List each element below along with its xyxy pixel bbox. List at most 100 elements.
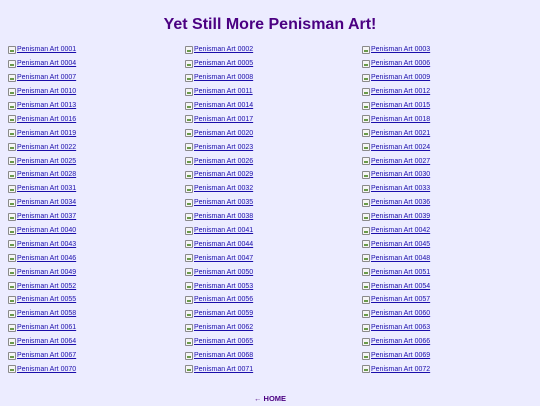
gallery-item: Penisman Art 0016 xyxy=(8,112,185,126)
broken-image-icon xyxy=(8,73,16,82)
gallery-item-link[interactable]: Penisman Art 0038 xyxy=(185,212,253,221)
gallery-item: Penisman Art 0002 xyxy=(185,43,362,57)
gallery-item-link[interactable]: Penisman Art 0060 xyxy=(362,309,430,318)
gallery-item: Penisman Art 0064 xyxy=(8,335,185,349)
gallery-item-link[interactable]: Penisman Art 0020 xyxy=(185,129,253,138)
gallery-item: Penisman Art 0058 xyxy=(8,307,185,321)
broken-image-icon xyxy=(185,115,193,124)
gallery-item-link[interactable]: Penisman Art 0035 xyxy=(185,198,253,207)
broken-image-icon xyxy=(185,309,193,318)
gallery-item-link[interactable]: Penisman Art 0009 xyxy=(362,73,430,82)
gallery-item-link[interactable]: Penisman Art 0059 xyxy=(185,309,253,318)
gallery-item-link[interactable]: Penisman Art 0069 xyxy=(362,351,430,360)
gallery-item-link[interactable]: Penisman Art 0013 xyxy=(8,101,76,110)
broken-image-icon xyxy=(185,73,193,82)
gallery-item-link[interactable]: Penisman Art 0042 xyxy=(362,226,430,235)
gallery-item-link[interactable]: Penisman Art 0052 xyxy=(8,282,76,291)
gallery-item-label: Penisman Art 0049 xyxy=(17,268,77,276)
gallery-item-link[interactable]: Penisman Art 0054 xyxy=(362,282,430,291)
gallery-item-link[interactable]: Penisman Art 0027 xyxy=(362,157,430,166)
gallery-item-link[interactable]: Penisman Art 0029 xyxy=(185,170,253,179)
gallery-item: Penisman Art 0004 xyxy=(8,57,185,71)
home-link[interactable]: ← HOME xyxy=(254,394,286,403)
gallery-item-link[interactable]: Penisman Art 0034 xyxy=(8,198,76,207)
gallery-item-link[interactable]: Penisman Art 0018 xyxy=(362,115,430,124)
gallery-item-link[interactable]: Penisman Art 0008 xyxy=(185,73,253,82)
gallery-item-link[interactable]: Penisman Art 0015 xyxy=(362,101,430,110)
gallery-item-link[interactable]: Penisman Art 0011 xyxy=(185,87,253,96)
gallery-item-link[interactable]: Penisman Art 0010 xyxy=(8,87,76,96)
gallery-item-link[interactable]: Penisman Art 0064 xyxy=(8,337,76,346)
gallery-item-link[interactable]: Penisman Art 0051 xyxy=(362,268,430,277)
gallery-item-link[interactable]: Penisman Art 0017 xyxy=(185,115,253,124)
broken-image-icon xyxy=(185,184,193,193)
gallery-item-link[interactable]: Penisman Art 0021 xyxy=(362,129,430,138)
gallery-item-link[interactable]: Penisman Art 0041 xyxy=(185,226,253,235)
gallery-item-link[interactable]: Penisman Art 0046 xyxy=(8,254,76,263)
gallery-item-link[interactable]: Penisman Art 0016 xyxy=(8,115,76,124)
gallery-item-link[interactable]: Penisman Art 0049 xyxy=(8,268,76,277)
gallery-item-link[interactable]: Penisman Art 0012 xyxy=(362,87,430,96)
gallery-item-link[interactable]: Penisman Art 0055 xyxy=(8,295,76,304)
gallery-item-link[interactable]: Penisman Art 0048 xyxy=(362,254,430,263)
gallery-item: Penisman Art 0041 xyxy=(185,224,362,238)
gallery-item: Penisman Art 0003 xyxy=(362,43,532,57)
gallery-item-link[interactable]: Penisman Art 0045 xyxy=(362,240,430,249)
gallery-item-link[interactable]: Penisman Art 0043 xyxy=(8,240,76,249)
gallery-item-link[interactable]: Penisman Art 0056 xyxy=(185,295,253,304)
gallery-item-label: Penisman Art 0040 xyxy=(17,227,77,235)
broken-image-icon xyxy=(362,101,370,110)
broken-image-icon xyxy=(362,268,370,277)
broken-image-icon xyxy=(8,212,16,221)
gallery-item-link[interactable]: Penisman Art 0067 xyxy=(8,351,76,360)
gallery-item-link[interactable]: Penisman Art 0065 xyxy=(185,337,253,346)
gallery-item-link[interactable]: Penisman Art 0024 xyxy=(362,143,430,152)
gallery-item-link[interactable]: Penisman Art 0014 xyxy=(185,101,253,110)
gallery-item-label: Penisman Art 0039 xyxy=(371,213,431,221)
gallery-item-link[interactable]: Penisman Art 0025 xyxy=(8,157,76,166)
broken-image-icon xyxy=(362,295,370,304)
gallery-item-link[interactable]: Penisman Art 0001 xyxy=(8,45,76,54)
gallery-item-link[interactable]: Penisman Art 0022 xyxy=(8,143,76,152)
gallery-item-link[interactable]: Penisman Art 0036 xyxy=(362,198,430,207)
gallery-item-link[interactable]: Penisman Art 0070 xyxy=(8,365,76,374)
gallery-item-link[interactable]: Penisman Art 0033 xyxy=(362,184,430,193)
gallery-item-link[interactable]: Penisman Art 0068 xyxy=(185,351,253,360)
gallery-item-link[interactable]: Penisman Art 0040 xyxy=(8,226,76,235)
gallery-item-label: Penisman Art 0032 xyxy=(194,185,254,193)
broken-image-icon xyxy=(8,170,16,179)
gallery-item-link[interactable]: Penisman Art 0066 xyxy=(362,337,430,346)
gallery-item-link[interactable]: Penisman Art 0006 xyxy=(362,59,430,68)
gallery-item-link[interactable]: Penisman Art 0005 xyxy=(185,59,253,68)
gallery-item-link[interactable]: Penisman Art 0037 xyxy=(8,212,76,221)
gallery-item-link[interactable]: Penisman Art 0044 xyxy=(185,240,253,249)
gallery-item-link[interactable]: Penisman Art 0007 xyxy=(8,73,76,82)
gallery-item-link[interactable]: Penisman Art 0019 xyxy=(8,129,76,138)
gallery-item-link[interactable]: Penisman Art 0072 xyxy=(362,365,430,374)
gallery-item-link[interactable]: Penisman Art 0071 xyxy=(185,365,253,374)
gallery-item-link[interactable]: Penisman Art 0050 xyxy=(185,268,253,277)
gallery-item-link[interactable]: Penisman Art 0004 xyxy=(8,59,76,68)
gallery-item: Penisman Art 0038 xyxy=(185,210,362,224)
gallery-item-link[interactable]: Penisman Art 0063 xyxy=(362,323,430,332)
broken-image-icon xyxy=(362,129,370,138)
gallery-item-link[interactable]: Penisman Art 0023 xyxy=(185,143,253,152)
gallery-item-link[interactable]: Penisman Art 0026 xyxy=(185,157,253,166)
gallery-item-link[interactable]: Penisman Art 0031 xyxy=(8,184,76,193)
gallery-item-link[interactable]: Penisman Art 0053 xyxy=(185,282,253,291)
gallery-item-link[interactable]: Penisman Art 0030 xyxy=(362,170,430,179)
gallery-item-link[interactable]: Penisman Art 0028 xyxy=(8,170,76,179)
gallery-item-link[interactable]: Penisman Art 0057 xyxy=(362,295,430,304)
gallery-item-label: Penisman Art 0063 xyxy=(371,324,431,332)
gallery-item: Penisman Art 0070 xyxy=(8,362,185,376)
gallery-item-link[interactable]: Penisman Art 0032 xyxy=(185,184,253,193)
gallery-item: Penisman Art 0019 xyxy=(8,126,185,140)
gallery-item-link[interactable]: Penisman Art 0047 xyxy=(185,254,253,263)
gallery-item-link[interactable]: Penisman Art 0061 xyxy=(8,323,76,332)
gallery-item-link[interactable]: Penisman Art 0003 xyxy=(362,45,430,54)
gallery-item-link[interactable]: Penisman Art 0058 xyxy=(8,309,76,318)
gallery-item-link[interactable]: Penisman Art 0002 xyxy=(185,45,253,54)
gallery-item: Penisman Art 0001 xyxy=(8,43,185,57)
gallery-item-link[interactable]: Penisman Art 0039 xyxy=(362,212,430,221)
gallery-item-link[interactable]: Penisman Art 0062 xyxy=(185,323,253,332)
